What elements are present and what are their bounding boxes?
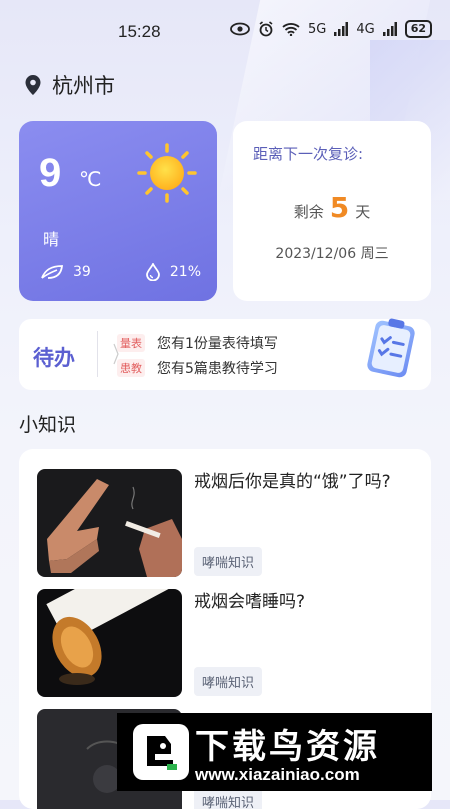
- todo-text: 您有1份量表待填写: [157, 336, 278, 352]
- article-thumbnail: [37, 589, 182, 697]
- article-tag: 哮喘知识: [194, 667, 263, 696]
- aqi-stat: 39: [41, 263, 91, 281]
- article-item[interactable]: 戒烟会嗜睡吗? 哮喘知识: [37, 589, 417, 697]
- weather-condition: 晴: [43, 230, 60, 249]
- visit-countdown: 剩余 5 天: [233, 191, 431, 224]
- article-title: 戒烟会嗜睡吗?: [194, 592, 306, 612]
- eye-icon: [230, 22, 250, 36]
- article-item[interactable]: 戒烟后你是真的“饿”了吗? 哮喘知识: [37, 469, 417, 577]
- article-thumbnail: [37, 469, 182, 577]
- wifi-icon: [282, 23, 300, 36]
- article-tag: 哮喘知识: [194, 547, 263, 576]
- temperature-unit: ℃: [79, 167, 102, 191]
- todo-tag: 患教: [117, 359, 145, 377]
- watermark-url: www.xiazainiao.com: [195, 765, 360, 784]
- signal-5g-label: 5G: [307, 21, 327, 37]
- visit-prefix: 剩余: [293, 203, 324, 221]
- visit-date: 2023/12/06 周三: [275, 246, 389, 262]
- visit-days: 5: [329, 191, 350, 224]
- weather-card[interactable]: 9 ℃ 晴 39 21%: [19, 121, 217, 301]
- status-time: 15:28: [118, 22, 161, 41]
- visit-title: 距离下一次复诊:: [253, 145, 364, 163]
- battery-indicator: 62: [404, 20, 432, 38]
- todo-title: 待办: [33, 346, 75, 370]
- aqi-value: 39: [73, 264, 91, 280]
- article-title: 戒烟后你是真的“饿”了吗?: [194, 472, 391, 492]
- city-name: 杭州市: [52, 74, 115, 98]
- water-drop-icon: [145, 263, 160, 281]
- sun-icon: [137, 143, 197, 203]
- location-pin-icon: [25, 75, 41, 95]
- todo-tag: 量表: [117, 334, 145, 352]
- humidity-stat: 21%: [145, 263, 201, 281]
- watermark-overlay: 下载鸟资源 www.xiazainiao.com: [117, 713, 432, 791]
- todo-card[interactable]: 待办 量表 您有1份量表待填写 患教 您有5篇患教待学习: [19, 318, 431, 390]
- signal-bars-icon: [334, 22, 349, 36]
- todo-text: 您有5篇患教待学习: [157, 361, 278, 377]
- visit-suffix: 天: [355, 203, 371, 221]
- knowledge-section-title: 小知识: [19, 414, 77, 436]
- todo-item[interactable]: 患教 您有5篇患教待学习: [117, 358, 278, 378]
- alarm-icon: [259, 21, 273, 37]
- signal-4g-label: 4G: [356, 21, 375, 37]
- status-bar: 15:28 5G 4G 62: [0, 0, 450, 64]
- next-visit-card[interactable]: 距离下一次复诊: 剩余 5 天 2023/12/06 周三: [233, 121, 431, 301]
- temperature-value: 9: [39, 151, 62, 195]
- todo-item[interactable]: 量表 您有1份量表待填写: [117, 333, 278, 353]
- watermark-title: 下载鸟资源: [195, 727, 380, 767]
- watermark-logo: [133, 724, 189, 780]
- leaf-icon: [41, 265, 63, 279]
- location-selector[interactable]: 杭州市: [24, 70, 115, 100]
- humidity-value: 21%: [169, 264, 201, 280]
- status-icons: 5G 4G 62: [230, 20, 432, 38]
- clipboard-icon: [367, 318, 415, 378]
- weather-stats: 39 21%: [41, 263, 201, 281]
- divider: [97, 331, 98, 377]
- signal-bars-icon: [382, 22, 397, 36]
